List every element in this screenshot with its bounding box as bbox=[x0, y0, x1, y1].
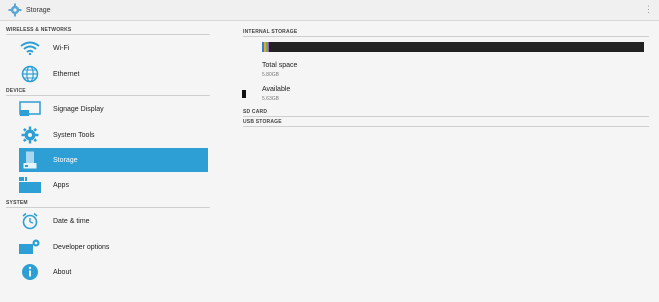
sidebar-item-label: Signage Display bbox=[53, 105, 104, 113]
sidebar-item-storage[interactable]: Storage bbox=[19, 148, 208, 172]
sidebar-item-label: Developer options bbox=[53, 243, 110, 251]
storage-panel: INTERNAL STORAGE Total space 5.80GB Avai… bbox=[240, 22, 652, 302]
apps-icon bbox=[19, 177, 41, 193]
total-space-value: 5.80GB bbox=[262, 72, 279, 78]
sidebar-item-label: Storage bbox=[53, 156, 78, 164]
sidebar-item-system-tools[interactable]: System Tools bbox=[19, 123, 208, 147]
sidebar-item-date-time[interactable]: Date & time bbox=[19, 209, 208, 233]
sidebar-item-developer-options[interactable]: Developer options bbox=[19, 235, 208, 259]
divider bbox=[6, 95, 210, 96]
sidebar-item-label: About bbox=[53, 268, 72, 276]
display-icon bbox=[19, 101, 41, 116]
sidebar-item-label: System Tools bbox=[53, 131, 95, 139]
total-space-label: Total space bbox=[262, 62, 298, 69]
action-bar: Storage ⋮ bbox=[0, 0, 659, 21]
internal-storage-header: INTERNAL STORAGE bbox=[243, 29, 298, 35]
section-header-system: SYSTEM bbox=[6, 200, 28, 206]
sidebar-item-signage-display[interactable]: Signage Display bbox=[19, 97, 208, 121]
overflow-menu-icon[interactable]: ⋮ bbox=[644, 4, 653, 14]
sidebar-item-label: Wi-Fi bbox=[53, 44, 70, 52]
sidebar-item-label: Ethernet bbox=[53, 70, 80, 78]
available-value: 5.63GB bbox=[262, 96, 279, 102]
divider bbox=[6, 207, 210, 208]
developer-icon bbox=[19, 239, 40, 254]
sidebar-item-apps[interactable]: Apps bbox=[19, 173, 208, 197]
sd-card-header: SD CARD bbox=[243, 109, 268, 115]
settings-sidebar: WIRELESS & NETWORKS Wi-Fi Ethernet DEVIC… bbox=[0, 22, 218, 302]
section-header-device: DEVICE bbox=[6, 88, 26, 94]
section-header-wireless: WIRELESS & NETWORKS bbox=[6, 27, 72, 33]
sidebar-item-wifi[interactable]: Wi-Fi bbox=[19, 36, 208, 60]
usb-storage-header: USB STORAGE bbox=[243, 119, 282, 125]
available-label[interactable]: Available bbox=[262, 86, 290, 93]
usage-segment-available bbox=[269, 42, 644, 52]
divider bbox=[6, 34, 210, 35]
wifi-icon bbox=[20, 41, 40, 55]
gear-icon[interactable] bbox=[8, 3, 22, 17]
sidebar-item-about[interactable]: About bbox=[19, 260, 208, 284]
sidebar-item-ethernet[interactable]: Ethernet bbox=[19, 62, 208, 86]
clock-icon bbox=[22, 212, 38, 230]
page-title: Storage bbox=[26, 6, 51, 14]
divider bbox=[243, 126, 649, 127]
divider bbox=[243, 116, 649, 117]
sidebar-item-label: Date & time bbox=[53, 217, 90, 225]
sidebar-item-label: Apps bbox=[53, 181, 69, 189]
info-icon bbox=[22, 264, 38, 280]
storage-icon bbox=[23, 151, 37, 169]
available-swatch bbox=[242, 90, 246, 98]
storage-usage-bar bbox=[262, 42, 644, 52]
divider bbox=[243, 36, 649, 37]
gear-icon bbox=[21, 126, 39, 144]
globe-icon bbox=[21, 65, 39, 83]
